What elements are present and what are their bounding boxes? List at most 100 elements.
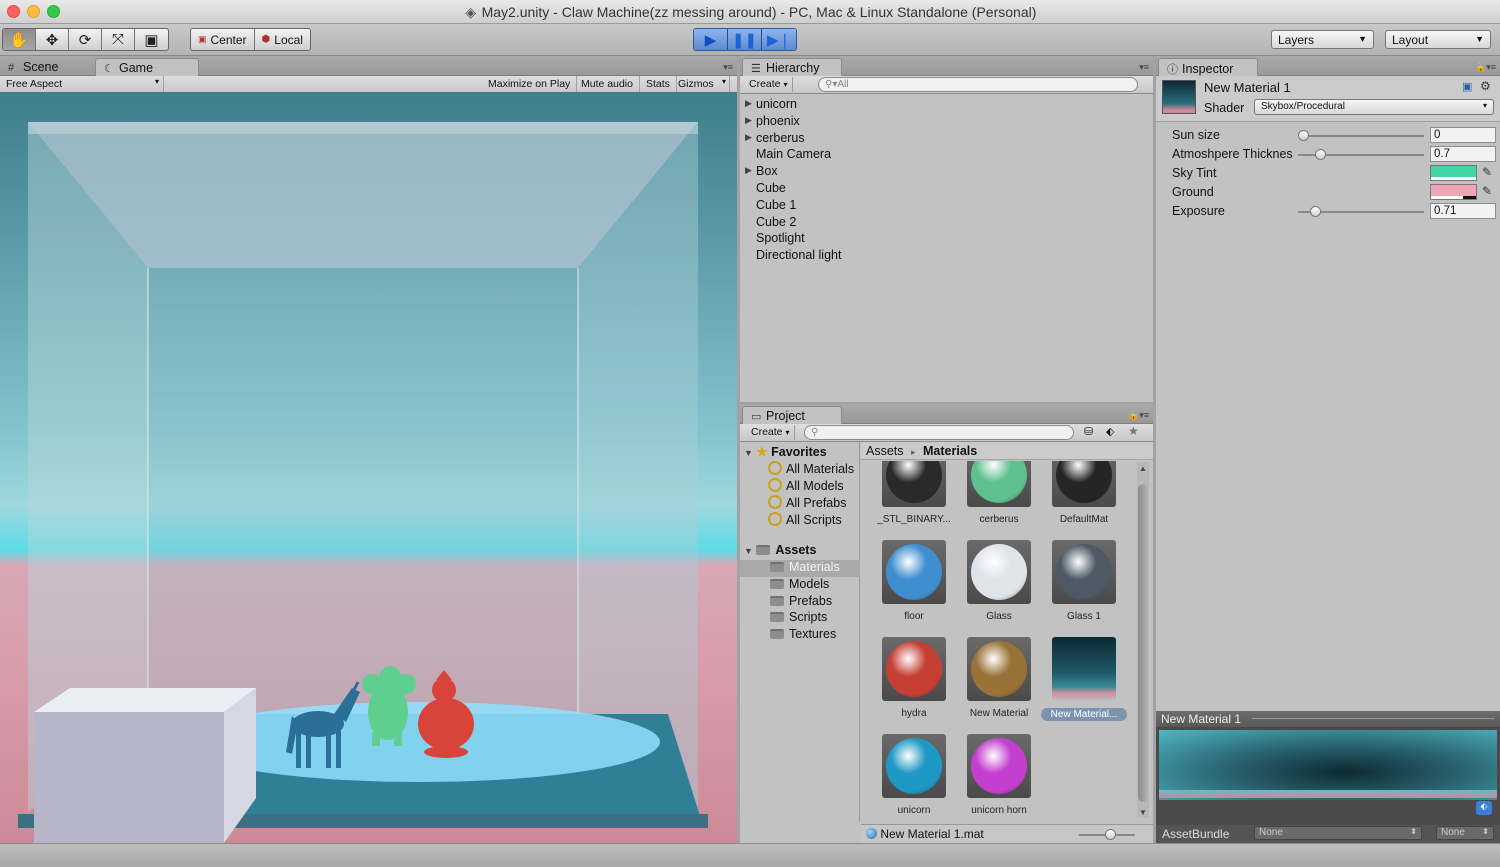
preview-header[interactable]: New Material 1 xyxy=(1156,711,1500,727)
scale-tool-button[interactable]: ⤧ xyxy=(102,29,135,50)
dropdown-arrow-icon: ▼ xyxy=(1475,34,1484,44)
play-button[interactable]: ▶ xyxy=(694,29,728,50)
hierarchy-item[interactable]: Main Camera xyxy=(756,147,831,164)
expand-arrow-icon[interactable]: ▶ xyxy=(745,165,752,176)
mute-audio-toggle[interactable]: Mute audio xyxy=(575,76,640,93)
layers-dropdown[interactable]: Layers ▼ xyxy=(1271,30,1374,49)
filter-by-label-icon[interactable]: ⬖ xyxy=(1106,425,1114,438)
asset-folder-item[interactable]: Models xyxy=(740,577,860,594)
favorite-item[interactable]: All Models xyxy=(768,478,844,495)
shader-dropdown[interactable]: Skybox/Procedural ▾ xyxy=(1254,99,1494,115)
hierarchy-item[interactable]: Cube xyxy=(756,181,786,198)
atmosphere-thickness-knob[interactable] xyxy=(1314,149,1326,160)
asset-folder-item[interactable]: Materials xyxy=(740,560,860,577)
asset-folder-item[interactable]: Scripts xyxy=(740,610,860,627)
expand-arrow-icon[interactable]: ▶ xyxy=(745,132,752,143)
panel-menu-icon[interactable]: ▾≡ xyxy=(1139,62,1149,73)
materials-scrollbar[interactable]: ▲ ▼ xyxy=(1137,462,1149,818)
project-search-input[interactable]: ⚲ xyxy=(804,425,1074,440)
material-asset[interactable]: floor xyxy=(871,540,957,636)
expand-arrow-icon[interactable]: ▶ xyxy=(745,98,752,109)
material-asset[interactable]: DefaultMat xyxy=(1041,461,1127,539)
hierarchy-create-button[interactable]: Create ▾ xyxy=(744,77,794,92)
favorites-header[interactable]: ▼ ★ Favorites xyxy=(744,444,827,461)
eyedropper-icon[interactable]: ✎ xyxy=(1482,165,1492,179)
sun-size-field[interactable]: 0 xyxy=(1430,127,1496,143)
material-asset[interactable]: Glass 1 xyxy=(1041,540,1127,636)
sky-tint-color-field[interactable] xyxy=(1430,165,1477,181)
layout-dropdown[interactable]: Layout ▼ xyxy=(1385,30,1491,49)
local-space-icon: ⬢ xyxy=(261,34,271,45)
pivot-center-button[interactable]: ▣ Center xyxy=(191,29,255,50)
hierarchy-search-input[interactable]: ⚲▾All xyxy=(818,77,1138,92)
hierarchy-item[interactable]: ▶ cerberus xyxy=(745,131,805,148)
panel-menu-icon[interactable]: ▾≡ xyxy=(723,62,733,73)
help-book-icon[interactable]: ▣ xyxy=(1462,80,1472,93)
tab-hierarchy[interactable]: ☰ Hierarchy xyxy=(742,58,842,76)
material-asset[interactable]: Glass xyxy=(956,540,1042,636)
asset-folder-item[interactable]: Prefabs xyxy=(740,594,860,611)
pivot-local-button[interactable]: ⬢ Local xyxy=(255,29,310,50)
scroll-thumb[interactable] xyxy=(1138,484,1148,802)
scroll-down-icon[interactable]: ▼ xyxy=(1139,808,1147,817)
material-asset[interactable]: New Material... xyxy=(1041,637,1127,733)
hierarchy-item[interactable]: Directional light xyxy=(756,248,841,265)
step-button[interactable]: ▶❘ xyxy=(762,29,796,50)
asset-label-icon[interactable]: ⬖ xyxy=(1476,801,1492,815)
material-asset[interactable]: _STL_BINARY... xyxy=(871,461,957,539)
asset-folder-item[interactable]: Textures xyxy=(740,627,860,644)
material-asset[interactable]: New Material xyxy=(956,637,1042,733)
hierarchy-item[interactable]: ▶ Box xyxy=(745,164,778,181)
tab-project[interactable]: ▭ Project xyxy=(742,406,842,424)
rotate-tool-button[interactable]: ⟳ xyxy=(69,29,102,50)
game-view-render[interactable] xyxy=(0,92,737,843)
hierarchy-item[interactable]: ▶ unicorn xyxy=(745,97,797,114)
preview-title: New Material 1 xyxy=(1161,712,1242,726)
hierarchy-item[interactable]: ▶ phoenix xyxy=(745,114,800,131)
filter-by-type-icon[interactable]: ⛁ xyxy=(1084,425,1093,438)
favorite-item[interactable]: All Materials xyxy=(768,461,854,478)
favorite-item[interactable]: All Scripts xyxy=(768,512,842,529)
tab-inspector[interactable]: ⓘ Inspector xyxy=(1158,58,1258,76)
expand-arrow-icon[interactable]: ▶ xyxy=(745,115,752,126)
eyedropper-icon[interactable]: ✎ xyxy=(1482,184,1492,198)
material-preview[interactable]: ⬖ xyxy=(1156,727,1500,825)
material-asset[interactable]: unicorn horn xyxy=(956,734,1042,823)
asset-bundle-label: AssetBundle xyxy=(1162,827,1230,841)
thumbnail-size-knob[interactable] xyxy=(1105,829,1116,840)
ground-color-field[interactable] xyxy=(1430,184,1477,200)
assets-header[interactable]: ▼ Assets xyxy=(744,543,816,560)
breadcrumb-materials[interactable]: Materials xyxy=(923,444,977,458)
hierarchy-item[interactable]: Spotlight xyxy=(756,231,805,248)
move-tool-button[interactable]: ✥ xyxy=(36,29,69,50)
material-asset[interactable]: hydra xyxy=(871,637,957,733)
sun-size-knob[interactable] xyxy=(1298,130,1309,141)
tab-game[interactable]: ☾ Game xyxy=(95,58,199,76)
favorite-star-icon[interactable]: ★ xyxy=(1128,424,1139,438)
exposure-field[interactable]: 0.71 xyxy=(1430,203,1496,219)
hand-tool-button[interactable]: ✋ xyxy=(3,29,36,50)
pause-button[interactable]: ❚❚ xyxy=(728,29,762,50)
panel-menu-icon[interactable]: 🔒▾≡ xyxy=(1128,410,1149,421)
atmosphere-thickness-field[interactable]: 0.7 xyxy=(1430,146,1496,162)
project-create-button[interactable]: Create ▾ xyxy=(746,425,796,440)
material-asset[interactable]: unicorn xyxy=(871,734,957,823)
breadcrumb-assets[interactable]: Assets xyxy=(866,444,904,458)
favorite-item-label: All Scripts xyxy=(786,513,842,527)
aspect-dropdown[interactable]: Free Aspect ▾ xyxy=(0,76,164,93)
hierarchy-item[interactable]: Cube 1 xyxy=(756,198,796,215)
scroll-up-icon[interactable]: ▲ xyxy=(1139,464,1147,473)
sun-size-slider[interactable] xyxy=(1298,135,1424,137)
gizmos-dropdown[interactable]: Gizmos ▾ xyxy=(672,76,730,93)
asset-bundle-variant-dropdown[interactable]: None ⬍ xyxy=(1436,826,1494,840)
exposure-knob[interactable] xyxy=(1310,206,1321,217)
favorite-item[interactable]: All Prefabs xyxy=(768,495,846,512)
asset-bundle-name-dropdown[interactable]: None ⬍ xyxy=(1254,826,1422,840)
panel-menu-icon[interactable]: 🔒▾≡ xyxy=(1475,62,1496,73)
rect-tool-button[interactable]: ▣ xyxy=(135,29,168,50)
maximize-on-play-toggle[interactable]: Maximize on Play xyxy=(482,76,578,93)
material-asset[interactable]: cerberus xyxy=(956,461,1042,539)
hierarchy-item[interactable]: Cube 2 xyxy=(756,215,796,232)
tab-scene[interactable]: # Scene xyxy=(0,58,66,76)
gear-icon[interactable]: ⚙ xyxy=(1480,79,1491,93)
